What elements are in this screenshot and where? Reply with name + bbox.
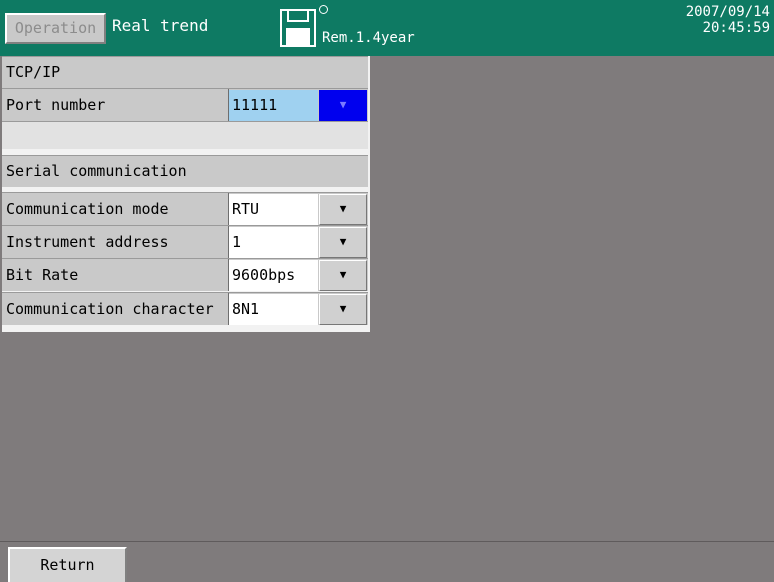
port-number-field[interactable]: 11111 [229, 90, 318, 121]
header-bar: Operation Real trend Rem.1.4year 2007/09… [0, 0, 774, 56]
spacer-row [2, 121, 368, 149]
setting-row-communication-mode: Communication mode RTU ▼ [2, 192, 368, 225]
instrument-address-dropdown-button[interactable]: ▼ [319, 227, 367, 258]
setting-label: Communication character [2, 293, 229, 325]
bit-rate-dropdown-button[interactable]: ▼ [319, 260, 367, 291]
setting-label: Communication mode [2, 193, 229, 225]
dropdown-arrow-icon: ▼ [339, 268, 347, 281]
bit-rate-field[interactable]: 9600bps [229, 260, 318, 291]
datetime: 2007/09/14 20:45:59 [686, 4, 770, 36]
dropdown-arrow-icon: ▼ [339, 235, 347, 248]
section-title: TCP/IP [6, 63, 61, 81]
time-text: 20:45:59 [702, 20, 770, 36]
memory-remaining: Rem.1.4year [322, 30, 415, 46]
setting-row-instrument-address: Instrument address 1 ▼ [2, 225, 368, 258]
dropdown-arrow-icon: ▼ [339, 302, 347, 315]
operation-button[interactable]: Operation [5, 13, 106, 44]
date-text: 2007/09/14 [685, 4, 770, 20]
communication-mode-field[interactable]: RTU [229, 194, 318, 225]
return-button[interactable]: Return [8, 547, 127, 582]
setting-row-communication-character: Communication character 8N1 ▼ [2, 292, 368, 325]
port-number-dropdown-button[interactable]: ▼ [319, 90, 367, 121]
section-header-tcpip: TCP/IP [2, 56, 368, 88]
communication-character-dropdown-button[interactable]: ▼ [319, 294, 367, 325]
setting-row-port-number: Port number 11111 ▼ [2, 88, 368, 121]
section-title: Serial communication [6, 162, 187, 180]
setting-label: Port number [2, 89, 229, 121]
screen-title: Real trend [112, 16, 209, 35]
footer-bar: Return [0, 541, 774, 582]
communication-character-field[interactable]: 8N1 [229, 294, 318, 325]
floppy-disk-icon [280, 9, 316, 47]
instrument-address-field[interactable]: 1 [229, 227, 318, 258]
setting-row-bit-rate: Bit Rate 9600bps ▼ [2, 258, 368, 291]
setting-label: Bit Rate [2, 259, 229, 291]
setting-label: Instrument address [2, 226, 229, 258]
dropdown-arrow-icon: ▼ [339, 98, 347, 111]
communication-mode-dropdown-button[interactable]: ▼ [319, 194, 367, 225]
dropdown-arrow-icon: ▼ [339, 202, 347, 215]
section-header-serial: Serial communication [2, 155, 368, 187]
status-led-icon [319, 5, 328, 14]
